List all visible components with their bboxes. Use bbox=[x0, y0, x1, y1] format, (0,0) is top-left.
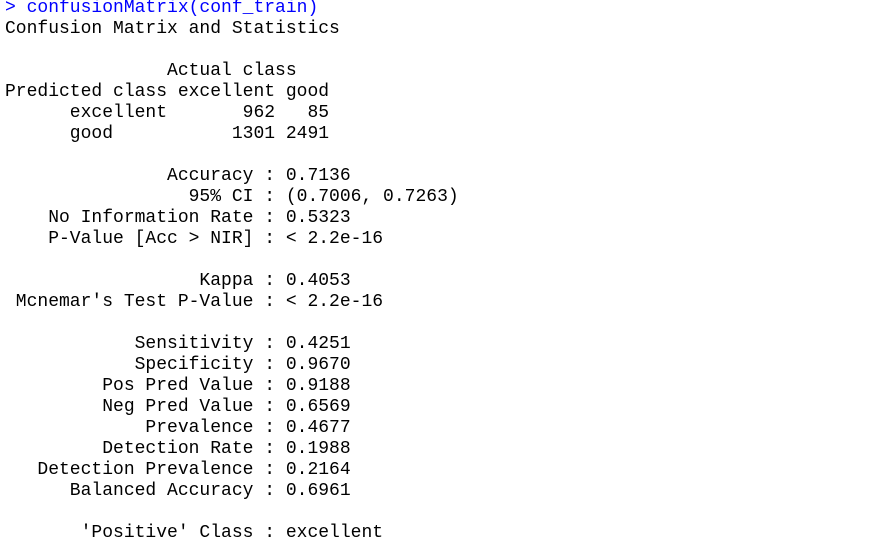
stat-neg-pred-value: Neg Pred Value : 0.6569 bbox=[5, 397, 351, 417]
output-blank-line bbox=[5, 250, 459, 271]
output-blank-line bbox=[5, 145, 459, 166]
output-blank-line bbox=[5, 313, 459, 334]
stat-pos-pred-value: Pos Pred Value : 0.9188 bbox=[5, 376, 351, 396]
matrix-actual-class-header: Actual class bbox=[5, 61, 297, 81]
output-blank-line bbox=[5, 502, 459, 523]
r-console-output: > confusionMatrix(conf_train) Confusion … bbox=[5, 0, 459, 544]
stat-mcnemar-p-value: Mcnemar's Test P-Value : < 2.2e-16 bbox=[5, 292, 384, 312]
stat-kappa: Kappa : 0.4053 bbox=[5, 271, 351, 291]
output-blank-line bbox=[5, 40, 459, 61]
stat-detection-prevalence: Detection Prevalence : 0.2164 bbox=[5, 460, 351, 480]
stat-no-information-rate: No Information Rate : 0.5323 bbox=[5, 208, 351, 228]
stat-confidence-interval: 95% CI : (0.7006, 0.7263) bbox=[5, 187, 459, 207]
stat-accuracy: Accuracy : 0.7136 bbox=[5, 166, 351, 186]
stat-detection-rate: Detection Rate : 0.1988 bbox=[5, 439, 351, 459]
matrix-column-header: Predicted class excellent good bbox=[5, 82, 330, 102]
matrix-row-good: good 1301 2491 bbox=[5, 124, 330, 144]
stat-sensitivity: Sensitivity : 0.4251 bbox=[5, 334, 351, 354]
stat-balanced-accuracy: Balanced Accuracy : 0.6961 bbox=[5, 481, 351, 501]
stat-specificity: Specificity : 0.9670 bbox=[5, 355, 351, 375]
stat-prevalence: Prevalence : 0.4677 bbox=[5, 418, 351, 438]
stat-positive-class: 'Positive' Class : excellent bbox=[5, 523, 384, 543]
console-command-line: > confusionMatrix(conf_train) bbox=[5, 0, 319, 18]
output-title: Confusion Matrix and Statistics bbox=[5, 19, 340, 39]
stat-p-value: P-Value [Acc > NIR] : < 2.2e-16 bbox=[5, 229, 384, 249]
matrix-row-excellent: excellent 962 85 bbox=[5, 103, 330, 123]
